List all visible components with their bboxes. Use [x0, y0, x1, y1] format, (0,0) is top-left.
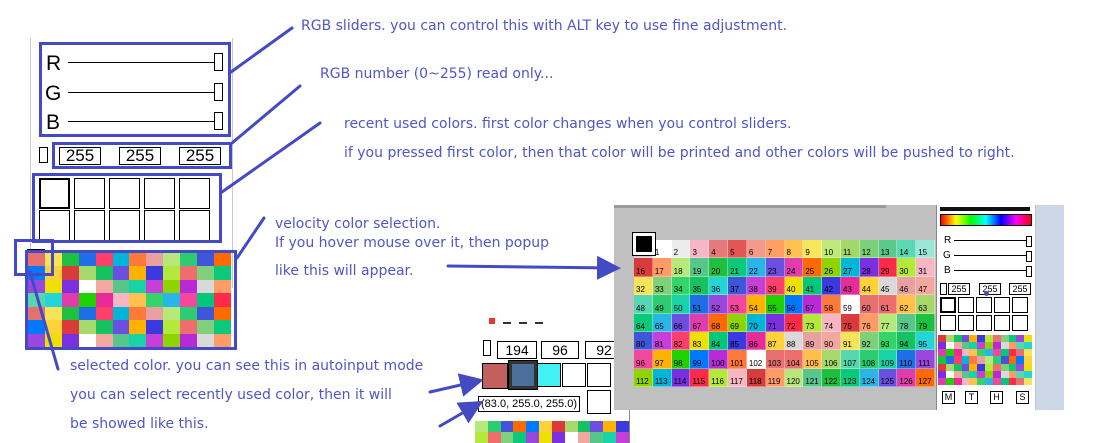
connector-rgb-number: [230, 84, 302, 145]
annotation-arrows: [28, 26, 621, 428]
connector-selected: [28, 270, 60, 371]
arrow-velocity-popup: [446, 255, 621, 280]
arrow-tooltip: [438, 400, 484, 428]
arrow-autoinput: [428, 373, 484, 397]
connector-rgb-sliders: [229, 26, 294, 74]
connector-velocity: [235, 216, 266, 260]
connector-recent-colors: [220, 121, 322, 194]
